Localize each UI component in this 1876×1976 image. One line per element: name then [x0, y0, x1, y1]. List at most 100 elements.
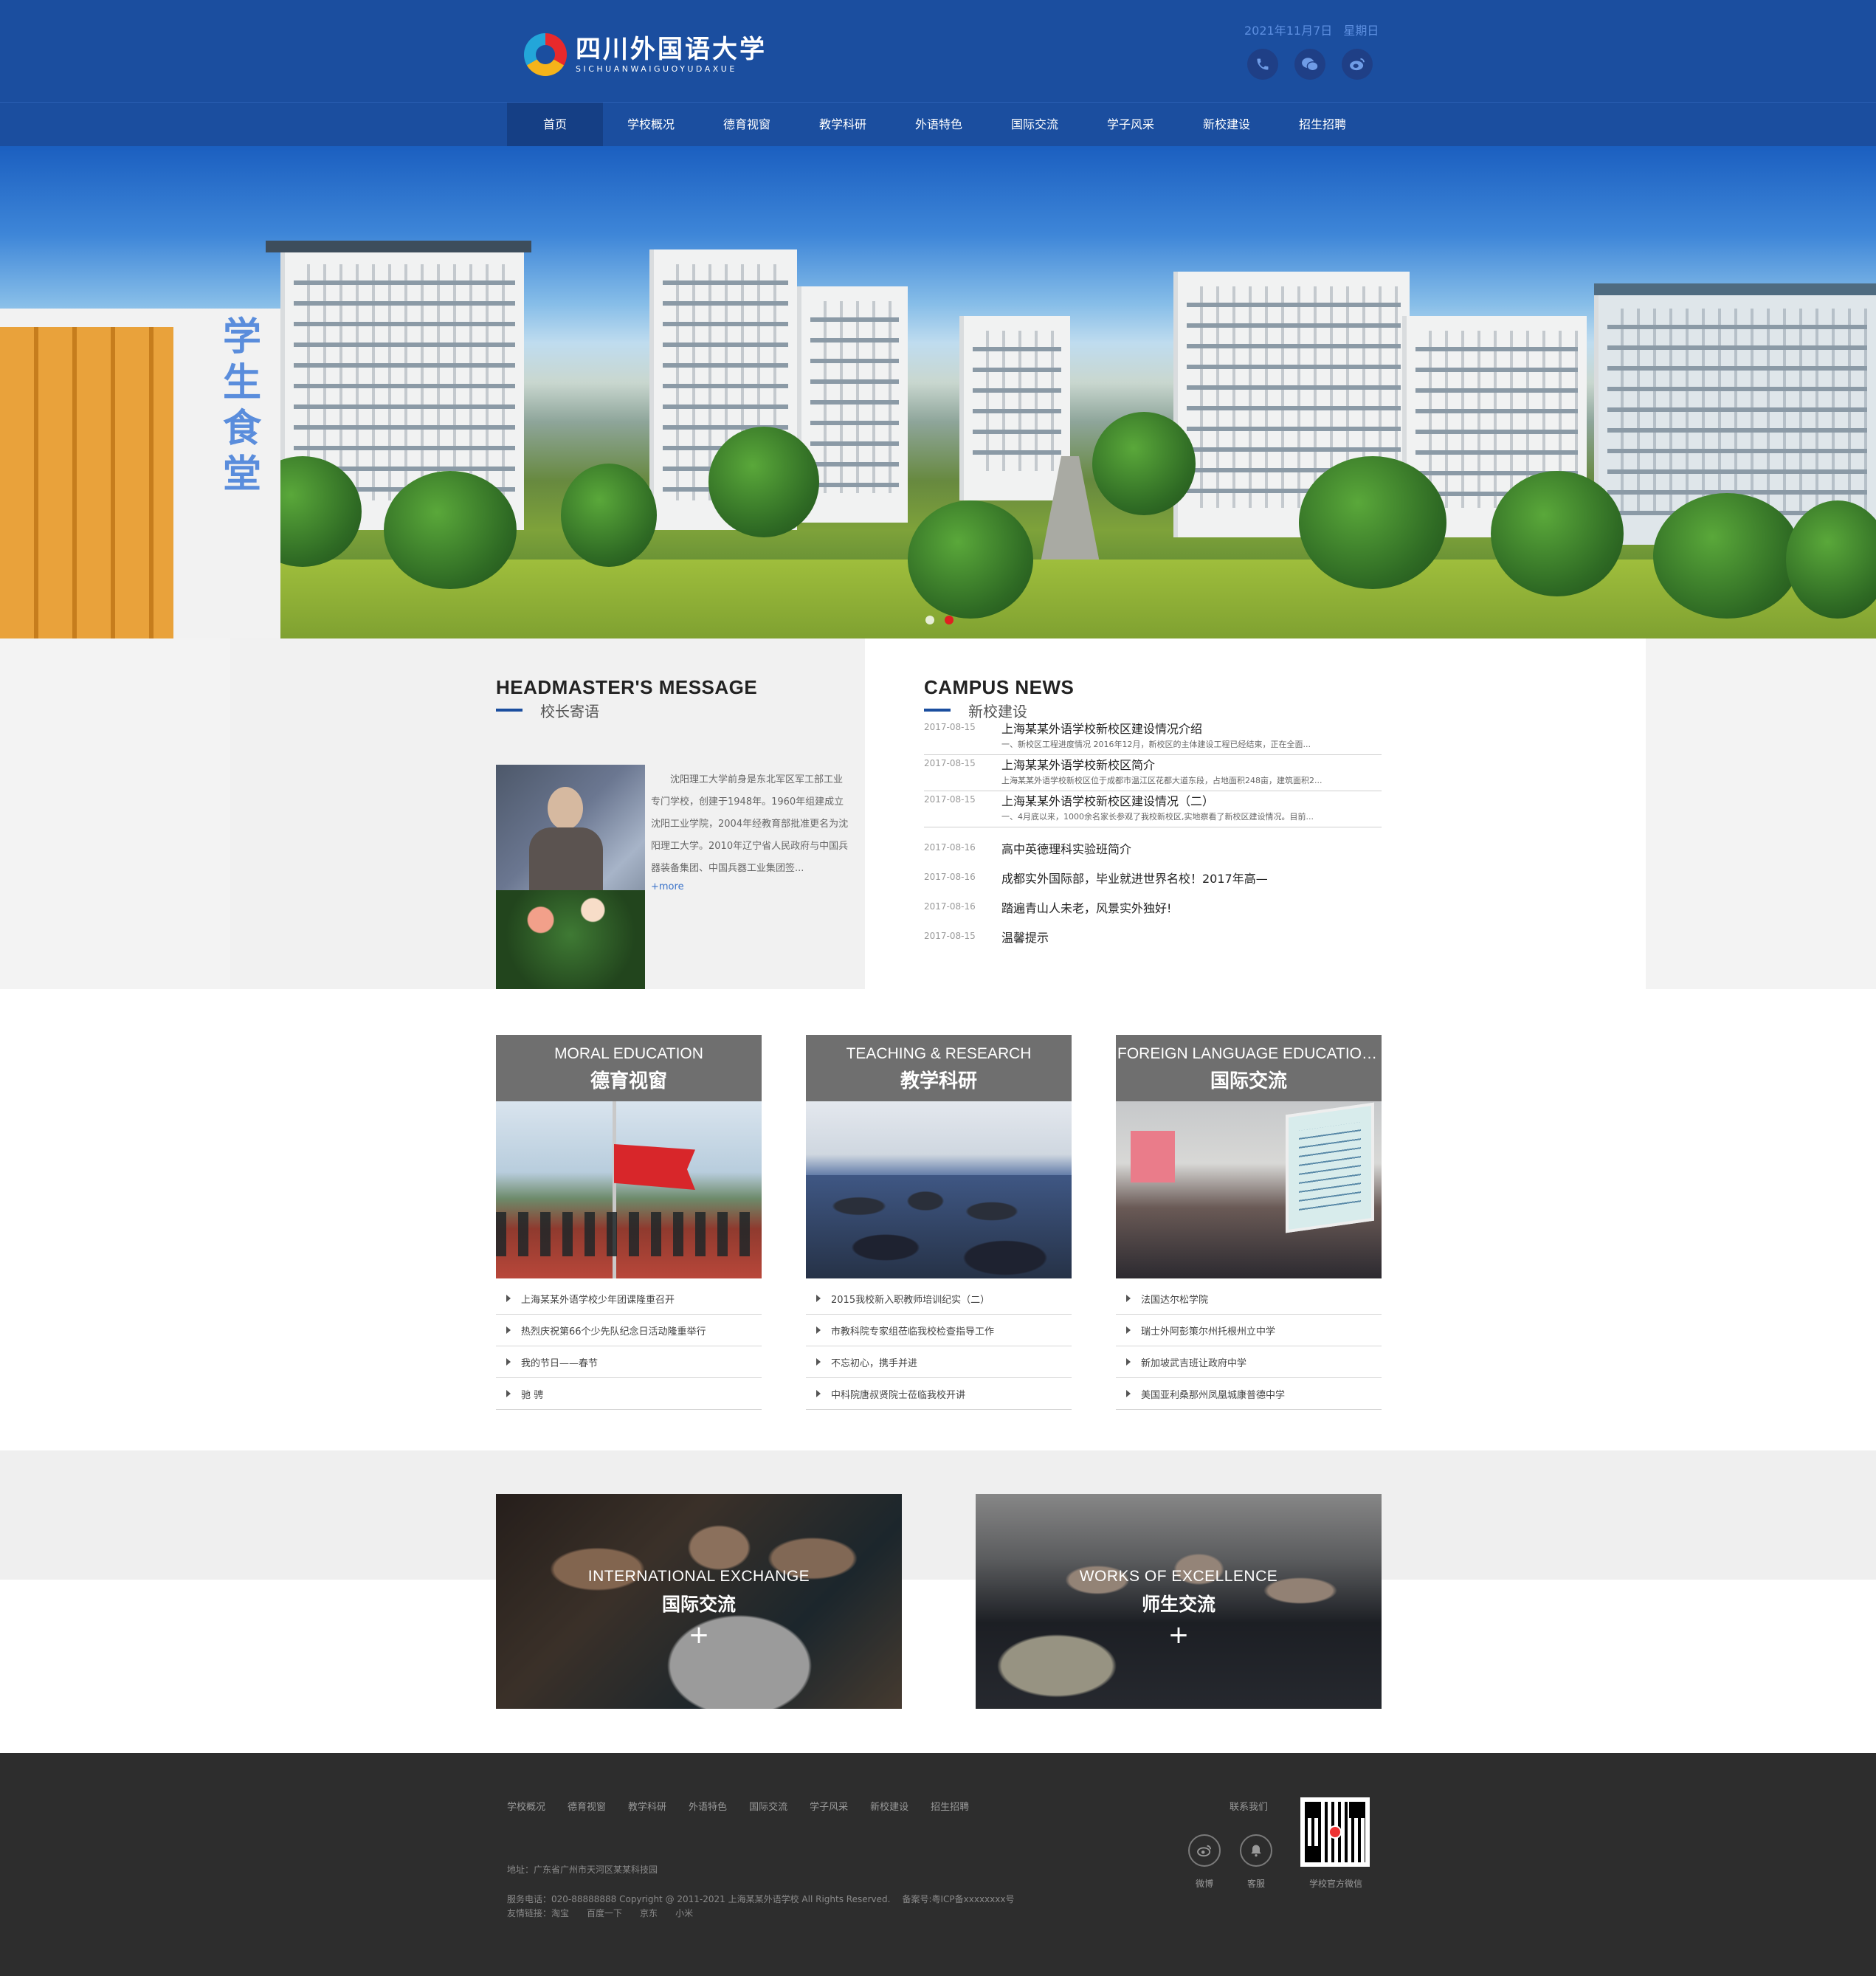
header-social-icons: [1247, 49, 1373, 80]
footer-icp[interactable]: 备案号:粤ICP备xxxxxxxx号: [902, 1894, 1014, 1904]
news-item[interactable]: 2017-08-15 上海某某外语学校新校区建设情况介绍 一、新校区工程进度情况…: [924, 719, 1382, 755]
site-footer: 学校概况 德育视窗 教学科研 外语特色 国际交流 学子风采 新校建设 招生招聘 …: [0, 1753, 1876, 1976]
card-image-classroom[interactable]: [806, 1101, 1072, 1278]
news-title[interactable]: 踏遍青山人未老，风景实外独好!: [1001, 898, 1171, 916]
news-title[interactable]: 上海某某外语学校新校区建设情况（二）: [1001, 791, 1214, 809]
list-item[interactable]: 热烈庆祝第66个少先队纪念日活动隆重举行: [496, 1315, 762, 1346]
banner-dot[interactable]: [925, 616, 934, 624]
footer-nav-item[interactable]: 学子风采: [810, 1799, 848, 1813]
news-item[interactable]: 2017-08-15 上海某某外语学校新校区建设情况（二） 一、4月底以来，10…: [924, 791, 1382, 827]
card-list: 2015我校新入职教师培训纪实（二） 市教科院专家组莅临我校检查指导工作 不忘初…: [806, 1283, 1072, 1410]
news-title-cn: 新校建设: [968, 703, 1027, 720]
headmaster-photo[interactable]: [496, 765, 645, 989]
card-image-language-class[interactable]: [1116, 1101, 1382, 1278]
date-display: 2021年11月7日 星期日: [1244, 21, 1386, 38]
news-date: 2017-08-15: [924, 931, 976, 941]
nav-item-teaching-research[interactable]: 教学科研: [795, 103, 891, 147]
triangle-bullet-icon: [506, 1390, 511, 1397]
card-title-cn: 国际交流: [1210, 1070, 1287, 1092]
news-item[interactable]: 2017-08-15 温馨提示: [924, 925, 1382, 954]
footer-nav-item[interactable]: 国际交流: [749, 1799, 787, 1813]
list-item[interactable]: 我的节日——春节: [496, 1346, 762, 1378]
site-logo[interactable]: 四川外国语大学 SICHUANWAIGUOYUDAXUE: [524, 31, 767, 78]
wechat-icon[interactable]: [1294, 49, 1325, 80]
list-item[interactable]: 中科院唐叔贤院士莅临我校开讲: [806, 1378, 1072, 1410]
list-item[interactable]: 2015我校新入职教师培训纪实（二）: [806, 1283, 1072, 1315]
headmaster-title-bar: [496, 709, 523, 712]
triangle-bullet-icon: [506, 1358, 511, 1366]
list-item[interactable]: 不忘初心，携手并进: [806, 1346, 1072, 1378]
nav-item-admissions[interactable]: 招生招聘: [1275, 103, 1370, 147]
news-summary: 上海某某外语学校新校区位于成都市温江区花都大道东段，占地面积248亩，建筑面积2…: [1001, 776, 1322, 785]
nav-item-student-style[interactable]: 学子风采: [1083, 103, 1179, 147]
weibo-icon[interactable]: [1342, 49, 1373, 80]
nav-item-home[interactable]: 首页: [507, 103, 603, 147]
news-item[interactable]: 2017-08-16 成都实外国际部，毕业就进世界名校！2017年高—: [924, 866, 1382, 895]
news-title[interactable]: 成都实外国际部，毕业就进世界名校！2017年高—: [1001, 869, 1268, 887]
card-image-flag-ceremony[interactable]: [496, 1101, 762, 1278]
phone-icon[interactable]: [1247, 49, 1278, 80]
list-item[interactable]: 市教科院专家组莅临我校检查指导工作: [806, 1315, 1072, 1346]
footer-nav-item[interactable]: 教学科研: [628, 1799, 666, 1813]
list-item[interactable]: 上海某某外语学校少年团课隆重召开: [496, 1283, 762, 1315]
footer-address: 地址：广东省广州市天河区某某科技园: [507, 1865, 658, 1875]
footer-nav-item[interactable]: 外语特色: [689, 1799, 727, 1813]
news-date: 2017-08-16: [924, 842, 976, 853]
card-header[interactable]: FOREIGN LANGUAGE EDUCATION ... 国际交流: [1116, 1035, 1382, 1101]
panel-works-of-excellence[interactable]: WORKS OF EXCELLENCE 师生交流 +: [976, 1494, 1382, 1709]
nav-item-moral-education[interactable]: 德育视窗: [699, 103, 795, 147]
panel-international-exchange[interactable]: INTERNATIONAL EXCHANGE 国际交流 +: [496, 1494, 902, 1709]
nav-item-foreign-language[interactable]: 外语特色: [891, 103, 987, 147]
headmaster-title-en: HEADMASTER'S MESSAGE: [496, 676, 758, 698]
footer-nav: 学校概况 德育视窗 教学科研 外语特色 国际交流 学子风采 新校建设 招生招聘: [507, 1799, 991, 1813]
classroom-students: [806, 1175, 1072, 1278]
list-item[interactable]: 驰 骋: [496, 1378, 762, 1410]
banner-orange-facade: [0, 327, 173, 638]
hero-banner[interactable]: 学生食堂: [0, 146, 1876, 638]
news-item[interactable]: 2017-08-16 踏遍青山人未老，风景实外独好!: [924, 895, 1382, 925]
list-item[interactable]: 瑞士外阿彭策尔州托根州立中学: [1116, 1315, 1382, 1346]
weekday-text: 星期日: [1343, 24, 1379, 38]
footer-weibo-label: 微博: [1195, 1879, 1213, 1889]
footer-service-icon[interactable]: [1240, 1834, 1272, 1867]
news-title[interactable]: 高中英德理科实验班简介: [1001, 839, 1131, 857]
card-header[interactable]: TEACHING & RESEARCH 教学科研: [806, 1035, 1072, 1101]
news-item[interactable]: 2017-08-15 上海某某外语学校新校区简介 上海某某外语学校新校区位于成都…: [924, 755, 1382, 791]
list-item[interactable]: 法国达尔松学院: [1116, 1283, 1382, 1315]
nav-item-new-campus[interactable]: 新校建设: [1179, 103, 1275, 147]
footer-nav-item[interactable]: 招生招聘: [931, 1799, 969, 1813]
footer-nav-item[interactable]: 德育视窗: [568, 1799, 606, 1813]
nav-item-school-overview[interactable]: 学校概况: [603, 103, 699, 147]
news-title[interactable]: 温馨提示: [1001, 928, 1049, 946]
news-title[interactable]: 上海某某外语学校新校区建设情况介绍: [1001, 719, 1202, 737]
nav-item-international-exchange[interactable]: 国际交流: [987, 103, 1083, 147]
list-item[interactable]: 美国亚利桑那州凤凰城康普德中学: [1116, 1378, 1382, 1410]
logo-subtitle: SICHUANWAIGUOYUDAXUE: [576, 64, 737, 74]
footer-nav-item[interactable]: 新校建设: [870, 1799, 908, 1813]
footer-weibo-icon[interactable]: [1188, 1834, 1221, 1867]
friendly-link[interactable]: 京东: [640, 1907, 658, 1919]
list-item[interactable]: 新加坡武吉班让政府中学: [1116, 1346, 1382, 1378]
classroom-window: [1131, 1131, 1175, 1182]
card-title-en: MORAL EDUCATION: [554, 1045, 703, 1062]
honor-guard: [496, 1212, 762, 1256]
card-header[interactable]: MORAL EDUCATION 德育视窗: [496, 1035, 762, 1101]
news-title[interactable]: 上海某某外语学校新校区简介: [1001, 755, 1155, 773]
card-list: 上海某某外语学校少年团课隆重召开 热烈庆祝第66个少先队纪念日活动隆重举行 我的…: [496, 1283, 762, 1410]
news-list: 2017-08-15 上海某某外语学校新校区建设情况介绍 一、新校区工程进度情况…: [924, 719, 1382, 954]
news-item[interactable]: 2017-08-16 高中英德理科实验班简介: [924, 836, 1382, 866]
friendly-link[interactable]: 小米: [675, 1907, 693, 1919]
news-date: 2017-08-15: [924, 722, 976, 732]
card-moral-education: MORAL EDUCATION 德育视窗 上海某某外语学校少年团课隆重召开 热烈…: [496, 1035, 762, 1410]
friendly-link[interactable]: 淘宝: [551, 1907, 569, 1919]
banner-dot-active[interactable]: [945, 616, 953, 624]
panel-title-en: INTERNATIONAL EXCHANGE: [587, 1568, 810, 1585]
triangle-bullet-icon: [506, 1295, 511, 1302]
plus-icon[interactable]: +: [496, 1622, 902, 1648]
plus-icon[interactable]: +: [976, 1622, 1382, 1648]
wechat-qr-code: [1300, 1797, 1370, 1867]
footer-nav-item[interactable]: 学校概况: [507, 1799, 545, 1813]
card-foreign-language: FOREIGN LANGUAGE EDUCATION ... 国际交流 法国达尔…: [1116, 1035, 1382, 1410]
headmaster-more-link[interactable]: +more: [651, 881, 684, 892]
friendly-link[interactable]: 百度一下: [587, 1907, 622, 1919]
